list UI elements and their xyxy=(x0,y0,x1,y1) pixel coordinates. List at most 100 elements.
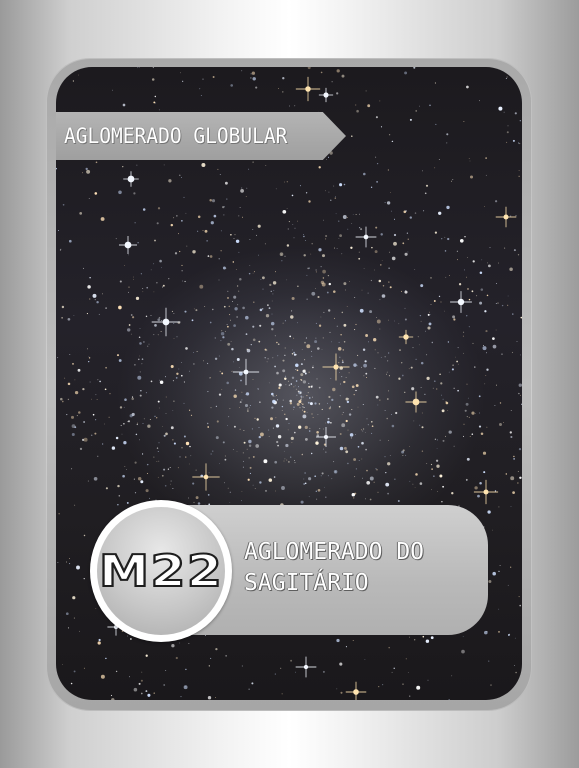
star xyxy=(479,412,480,414)
star xyxy=(188,370,190,372)
star xyxy=(238,251,240,253)
star xyxy=(377,352,379,354)
catalog-id-badge: M22 xyxy=(90,500,232,642)
star xyxy=(350,437,352,439)
star xyxy=(296,369,299,372)
star xyxy=(95,607,97,609)
star xyxy=(441,500,443,503)
star xyxy=(305,192,308,194)
star xyxy=(152,67,154,69)
star xyxy=(437,491,439,493)
star xyxy=(410,366,413,369)
star xyxy=(321,408,323,410)
star xyxy=(180,374,183,377)
star xyxy=(388,267,390,269)
star xyxy=(285,417,288,421)
star xyxy=(490,684,492,686)
star xyxy=(420,320,422,322)
star xyxy=(303,235,305,238)
star xyxy=(231,347,234,351)
star xyxy=(436,439,438,441)
star xyxy=(481,259,483,261)
star xyxy=(252,161,254,163)
star xyxy=(150,315,152,316)
star xyxy=(370,186,373,188)
star xyxy=(257,224,261,228)
star xyxy=(62,203,65,206)
star xyxy=(401,450,405,454)
star xyxy=(425,184,429,187)
star xyxy=(519,604,521,607)
star xyxy=(295,671,296,673)
star xyxy=(413,420,415,422)
star xyxy=(171,644,175,648)
star xyxy=(366,418,368,420)
star xyxy=(249,265,251,266)
star xyxy=(463,331,465,333)
star xyxy=(283,460,285,462)
star xyxy=(387,462,391,466)
star xyxy=(132,278,134,280)
star xyxy=(298,425,302,429)
star xyxy=(127,421,129,423)
star xyxy=(296,394,298,396)
star xyxy=(355,214,357,216)
star xyxy=(133,478,135,480)
star xyxy=(341,311,344,314)
star xyxy=(293,337,295,339)
star xyxy=(239,401,242,404)
star xyxy=(325,496,327,499)
star xyxy=(330,378,332,380)
star xyxy=(512,313,514,315)
star xyxy=(519,143,521,145)
star xyxy=(284,458,286,460)
star xyxy=(285,375,287,377)
star xyxy=(357,445,360,448)
star xyxy=(486,294,489,297)
star xyxy=(487,510,491,514)
star xyxy=(314,402,317,405)
star xyxy=(330,406,331,408)
star xyxy=(161,319,163,321)
star xyxy=(100,217,105,221)
star xyxy=(272,399,276,404)
star xyxy=(463,423,465,425)
star xyxy=(341,376,343,378)
star xyxy=(154,239,156,242)
star xyxy=(110,694,113,697)
star xyxy=(192,351,194,353)
star xyxy=(304,482,307,485)
star xyxy=(342,359,344,361)
star xyxy=(253,271,255,273)
star xyxy=(497,302,499,304)
star xyxy=(250,343,252,346)
star xyxy=(251,428,253,430)
star xyxy=(428,322,432,326)
star xyxy=(83,421,86,423)
star xyxy=(388,352,390,354)
star xyxy=(275,490,276,492)
star xyxy=(456,250,458,252)
star xyxy=(457,389,459,392)
star xyxy=(145,690,148,693)
star xyxy=(351,385,355,389)
star xyxy=(339,395,341,397)
star xyxy=(73,670,76,673)
star xyxy=(158,442,160,444)
star xyxy=(352,214,354,216)
star xyxy=(58,687,61,689)
star xyxy=(170,364,174,369)
star xyxy=(295,369,297,370)
star xyxy=(241,491,243,492)
star xyxy=(129,414,133,418)
star xyxy=(293,351,295,354)
star xyxy=(78,411,81,414)
star xyxy=(303,396,304,398)
star xyxy=(327,402,328,404)
star xyxy=(248,457,250,459)
star xyxy=(433,380,436,383)
star xyxy=(407,251,409,253)
star xyxy=(243,430,245,432)
star xyxy=(248,407,250,409)
star xyxy=(301,397,303,399)
